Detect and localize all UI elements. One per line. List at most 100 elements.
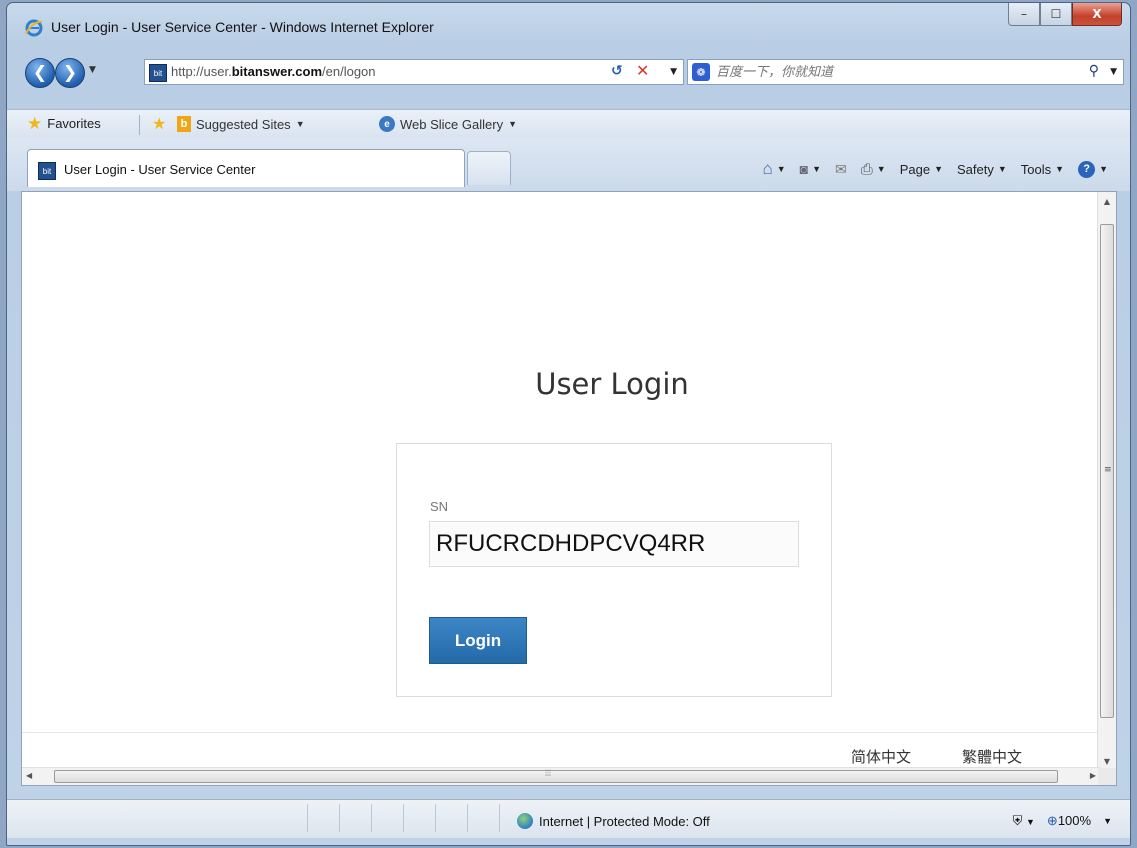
login-button[interactable]: Login	[429, 617, 527, 664]
status-divider	[467, 804, 468, 832]
fav-item-web-slice-gallery[interactable]: e Web Slice Gallery ▼	[379, 116, 517, 132]
forward-button[interactable]: ❯	[55, 58, 85, 88]
chevron-down-icon: ▼	[776, 164, 786, 174]
grip-icon: ⦙⦙⦙	[545, 769, 552, 779]
chevron-down-icon: ▼	[876, 164, 886, 174]
favorites-button[interactable]: ★ Favorites	[27, 113, 101, 133]
recent-pages-dropdown[interactable]: ▼	[89, 65, 96, 75]
status-bar: Internet | Protected Mode: Off ⛨ ▼ ⊕100%…	[7, 799, 1130, 838]
close-button[interactable]: X	[1072, 3, 1122, 26]
horizontal-scrollbar[interactable]: ◀ ⦙⦙⦙ ▶	[22, 767, 1100, 785]
lang-link-traditional-chinese[interactable]: 繁體中文	[962, 746, 1022, 767]
maximize-button[interactable]: ☐	[1040, 3, 1072, 26]
chevron-down-icon: ▼	[1026, 817, 1035, 827]
scroll-up-icon[interactable]: ▲	[1098, 192, 1116, 210]
chevron-down-icon: ▼	[997, 164, 1007, 174]
minimize-button[interactable]: –	[1008, 3, 1040, 26]
address-bar[interactable]: bit http://user.bitanswer.com/en/logon ▼	[144, 59, 684, 85]
print-button[interactable]: ⎙ ▼	[861, 161, 886, 178]
url-text[interactable]: http://user.bitanswer.com/en/logon	[171, 64, 376, 79]
vertical-scrollbar[interactable]: ▲ ≡ ▼	[1097, 192, 1116, 770]
tab-user-login[interactable]: bit User Login - User Service Center	[27, 149, 465, 187]
window-controls: – ☐ X	[1008, 3, 1122, 27]
back-button[interactable]: ❮	[25, 58, 55, 88]
site-favicon-icon: bit	[149, 64, 167, 82]
ie-icon: e	[379, 116, 395, 132]
site-favicon-icon: bit	[38, 162, 56, 180]
url-path: /en/logon	[322, 64, 376, 79]
favorites-star-icon: ★	[27, 113, 43, 133]
feeds-button[interactable]: ◙ ▼	[800, 161, 821, 177]
page-title: User Login	[535, 367, 689, 401]
safety-menu[interactable]: Safety ▼	[957, 162, 1007, 177]
tools-menu[interactable]: Tools ▼	[1021, 162, 1064, 177]
window-title: User Login - User Service Center - Windo…	[51, 19, 434, 35]
vertical-scroll-thumb[interactable]: ≡	[1100, 224, 1114, 718]
read-mail-button[interactable]: ✉	[835, 161, 847, 178]
favorites-bar: ★ Favorites ★ b Suggested Sites ▼ e Web …	[7, 109, 1130, 141]
status-divider	[499, 804, 500, 832]
status-divider	[435, 804, 436, 832]
popup-blocker-button[interactable]: ⛨ ▼	[1013, 813, 1035, 829]
page-menu-label: Page	[899, 161, 931, 177]
footer-divider	[22, 732, 1100, 733]
status-divider	[339, 804, 340, 832]
login-panel: SN Login	[396, 443, 832, 697]
help-menu[interactable]: ? ▼	[1078, 160, 1108, 178]
zone-label: Internet | Protected Mode: Off	[539, 813, 710, 829]
tab-label: User Login - User Service Center	[64, 162, 256, 177]
status-divider	[371, 804, 372, 832]
ie-logo-icon	[25, 19, 43, 37]
scrollbar-corner	[1098, 768, 1116, 785]
address-dropdown[interactable]: ▼	[670, 67, 677, 77]
zoom-button[interactable]: ⊕100%	[1047, 813, 1091, 829]
sn-label: SN	[430, 499, 449, 514]
scroll-right-icon[interactable]: ▶	[1090, 771, 1096, 780]
page-menu[interactable]: Page ▼	[900, 162, 943, 177]
zoom-icon: ⊕	[1046, 813, 1058, 828]
status-divider	[403, 804, 404, 832]
status-right: ⛨ ▼ ⊕100% ▼	[1013, 813, 1112, 829]
shield-lock-icon: ⛨	[1012, 813, 1023, 828]
fav-item-suggested-sites[interactable]: b Suggested Sites ▼	[177, 116, 305, 132]
rss-feed-icon: ◙	[799, 161, 809, 177]
globe-icon	[517, 813, 533, 829]
stop-icon[interactable]: ✕	[636, 61, 649, 80]
new-tab-button[interactable]	[467, 151, 511, 185]
chevron-down-icon: ▼	[1055, 164, 1065, 174]
home-icon: ⌂	[762, 159, 773, 178]
search-box[interactable]: ❁ ⚲ ▼	[687, 59, 1124, 85]
title-bar: User Login - User Service Center - Windo…	[7, 3, 1130, 43]
scroll-left-icon[interactable]: ◀	[26, 771, 32, 780]
divider	[139, 115, 140, 135]
page-viewport: User Login SN Login 简体中文 繁體中文 ▲ ≡ ▼ ◀ ⦙⦙…	[21, 191, 1117, 786]
fav-item-label: Web Slice Gallery	[400, 116, 504, 132]
favorites-label: Favorites	[47, 116, 101, 131]
tab-row: bit User Login - User Service Center ⌂ ▼ …	[7, 139, 1130, 191]
horizontal-scroll-thumb[interactable]: ⦙⦙⦙	[54, 769, 1058, 783]
add-to-favorites-bar-icon[interactable]: ★	[152, 114, 166, 133]
zoom-dropdown[interactable]: ▼	[1103, 816, 1112, 826]
baidu-icon: ❁	[692, 63, 710, 81]
lang-link-simplified-chinese[interactable]: 简体中文	[851, 746, 911, 767]
zoom-level: 100%	[1057, 813, 1092, 828]
security-zone[interactable]: Internet | Protected Mode: Off	[517, 813, 710, 829]
search-icon[interactable]: ⚲	[1089, 63, 1099, 79]
tools-menu-label: Tools	[1020, 161, 1052, 177]
bing-icon: b	[177, 116, 191, 132]
fav-item-label: Suggested Sites	[196, 116, 291, 132]
home-button[interactable]: ⌂ ▼	[762, 159, 785, 179]
search-input[interactable]	[716, 63, 1046, 81]
refresh-icon[interactable]: ↺	[611, 63, 623, 79]
help-icon: ?	[1078, 160, 1096, 178]
chevron-down-icon: ▼	[812, 164, 822, 174]
sn-input[interactable]	[429, 521, 799, 567]
search-options-dropdown[interactable]: ▼	[1110, 67, 1117, 77]
status-divider	[307, 804, 308, 832]
url-domain: bitanswer.com	[231, 64, 323, 79]
chevron-down-icon: ▼	[295, 119, 305, 129]
chevron-down-icon: ▼	[934, 164, 944, 174]
safety-menu-label: Safety	[957, 161, 994, 177]
browser-window: User Login - User Service Center - Windo…	[6, 2, 1131, 846]
chevron-down-icon: ▼	[1099, 164, 1108, 174]
